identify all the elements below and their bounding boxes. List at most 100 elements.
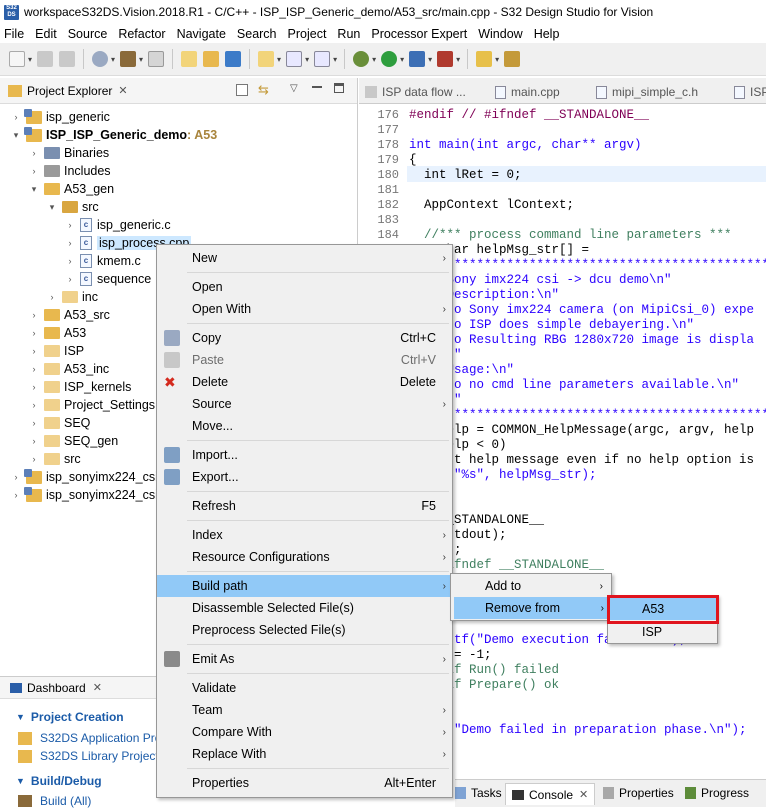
pin-icon[interactable] — [504, 51, 521, 67]
menu-source[interactable]: Source — [68, 27, 108, 41]
tab-properties[interactable]: Properties — [603, 786, 674, 800]
link-s32ds-application[interactable]: S32DS Application Proj — [18, 731, 164, 745]
search-icon[interactable] — [476, 51, 493, 67]
menu-item-validate[interactable]: Validate — [157, 677, 452, 699]
save-all-icon[interactable] — [59, 51, 76, 67]
collapsed-icon[interactable]: › — [28, 328, 40, 338]
external-tools-icon[interactable] — [437, 51, 454, 67]
save-icon[interactable] — [37, 51, 54, 67]
tree-item[interactable]: › A53_inc — [28, 360, 110, 378]
collapsed-icon[interactable]: › — [28, 166, 40, 176]
collapsed-icon[interactable]: › — [28, 310, 40, 320]
menu-help[interactable]: Help — [534, 27, 560, 41]
collapsed-icon[interactable]: › — [64, 274, 76, 284]
menu-processor-expert[interactable]: Processor Expert — [371, 27, 467, 41]
collapsed-icon[interactable]: › — [28, 400, 40, 410]
new-file-icon[interactable] — [203, 51, 220, 67]
collapsed-icon[interactable]: › — [28, 436, 40, 446]
menu-item-team[interactable]: Team › — [157, 699, 452, 721]
tab-mipi-simple[interactable]: mipi_simple_c.h — [596, 82, 698, 102]
menu-item-emit-as[interactable]: Emit As › — [157, 648, 452, 670]
tree-item[interactable]: › isp_generic — [10, 108, 110, 126]
collapsed-icon[interactable]: › — [10, 112, 22, 122]
menu-item-build-path[interactable]: Build path › — [157, 575, 452, 597]
menu-window[interactable]: Window — [478, 27, 522, 41]
tab-isp-data-flow[interactable]: ISP data flow ... — [365, 82, 466, 102]
menu-run[interactable]: Run — [337, 27, 360, 41]
collapsed-icon[interactable]: › — [28, 364, 40, 374]
tree-item[interactable]: ▾ A53_gen — [28, 180, 114, 198]
header-icon[interactable] — [314, 51, 331, 67]
maximize-icon[interactable] — [334, 83, 344, 93]
menu-item-replace-with[interactable]: Replace With › — [157, 743, 452, 765]
collapsed-icon[interactable]: › — [28, 148, 40, 158]
build-icon[interactable] — [120, 51, 137, 67]
tree-item[interactable]: › A53_src — [28, 306, 110, 324]
minimize-icon[interactable] — [312, 86, 322, 88]
collapsed-icon[interactable]: › — [28, 418, 40, 428]
menu-edit[interactable]: Edit — [35, 27, 57, 41]
menu-item-source[interactable]: Source › — [157, 393, 452, 415]
tree-item[interactable]: › Includes — [28, 162, 111, 180]
menu-item-paste[interactable]: Paste Ctrl+V — [157, 349, 452, 371]
new-class-icon[interactable] — [258, 51, 275, 67]
tree-item[interactable]: › inc — [46, 288, 98, 306]
tree-item[interactable]: ▾ src — [46, 198, 99, 216]
menu-item-copy[interactable]: Copy Ctrl+C — [157, 327, 452, 349]
collapsed-icon[interactable]: › — [46, 292, 58, 302]
new-icon[interactable] — [9, 51, 25, 67]
project-explorer-title[interactable]: Project Explorer — [27, 84, 112, 98]
tree-item[interactable]: › SEQ — [28, 414, 91, 432]
tree-item[interactable]: › isp_sonyimx224_csi_ — [10, 486, 165, 504]
menu-item-open[interactable]: Open — [157, 276, 452, 298]
tree-item[interactable]: › c kmem.c — [64, 252, 141, 270]
close-icon[interactable]: ✕ — [118, 84, 127, 97]
view-menu-icon[interactable]: ▽ — [290, 83, 298, 94]
tab-progress[interactable]: Progress — [685, 786, 749, 800]
menu-item-isp[interactable]: ISP — [610, 621, 716, 643]
debug-icon[interactable] — [353, 51, 370, 67]
menu-item-refresh[interactable]: Refresh F5 — [157, 495, 452, 517]
section-build-debug[interactable]: ▼ Build/Debug — [16, 774, 102, 788]
menu-project[interactable]: Project — [288, 27, 327, 41]
menu-item-import[interactable]: Import... — [157, 444, 452, 466]
tree-item[interactable]: ▾ ISP_ISP_Generic_demo: A53 — [10, 126, 217, 144]
collapsed-icon[interactable]: › — [64, 238, 76, 248]
close-icon[interactable]: ✕ — [579, 788, 588, 801]
menu-item-compare-with[interactable]: Compare With › — [157, 721, 452, 743]
binary-icon[interactable] — [148, 51, 165, 67]
monitor-icon[interactable] — [225, 51, 242, 67]
tab-tasks[interactable]: Tasks — [455, 786, 502, 800]
tab-isp[interactable]: ISP — [734, 82, 766, 102]
collapsed-icon[interactable]: › — [28, 454, 40, 464]
tree-item[interactable]: › Project_Settings — [28, 396, 156, 414]
menu-item-resource-configurations[interactable]: Resource Configurations › — [157, 546, 452, 568]
tree-item[interactable]: › src — [28, 450, 81, 468]
tree-item[interactable]: › Binaries — [28, 144, 110, 162]
menu-item-new[interactable]: New › — [157, 247, 452, 269]
menu-item-export[interactable]: Export... — [157, 466, 452, 488]
menu-item-open-with[interactable]: Open With › — [157, 298, 452, 320]
collapsed-icon[interactable]: › — [64, 256, 76, 266]
collapse-all-icon[interactable] — [236, 84, 248, 96]
menu-item-properties[interactable]: Properties Alt+Enter — [157, 772, 452, 794]
settings-icon[interactable] — [92, 51, 109, 67]
section-project-creation[interactable]: ▼ Project Creation — [16, 710, 124, 724]
link-editor-icon[interactable]: ⇆ — [258, 82, 269, 98]
close-icon[interactable]: ✕ — [93, 681, 102, 694]
collapsed-icon[interactable]: › — [28, 346, 40, 356]
menu-search[interactable]: Search — [237, 27, 277, 41]
expanded-icon[interactable]: ▾ — [46, 202, 58, 213]
tree-item[interactable]: › ISP — [28, 342, 85, 360]
menu-navigate[interactable]: Navigate — [177, 27, 226, 41]
menu-item-index[interactable]: Index › — [157, 524, 452, 546]
expanded-icon[interactable]: ▾ — [28, 184, 40, 195]
menu-file[interactable]: File — [4, 27, 24, 41]
tree-item[interactable]: › SEQ_gen — [28, 432, 119, 450]
collapsed-icon[interactable]: › — [64, 220, 76, 230]
collapsed-icon[interactable]: › — [10, 472, 22, 482]
collapsed-icon[interactable]: › — [10, 490, 22, 500]
run-icon[interactable] — [381, 51, 398, 67]
tree-item[interactable]: › A53 — [28, 324, 87, 342]
tree-item[interactable]: › isp_sonyimx224_csi_ — [10, 468, 165, 486]
